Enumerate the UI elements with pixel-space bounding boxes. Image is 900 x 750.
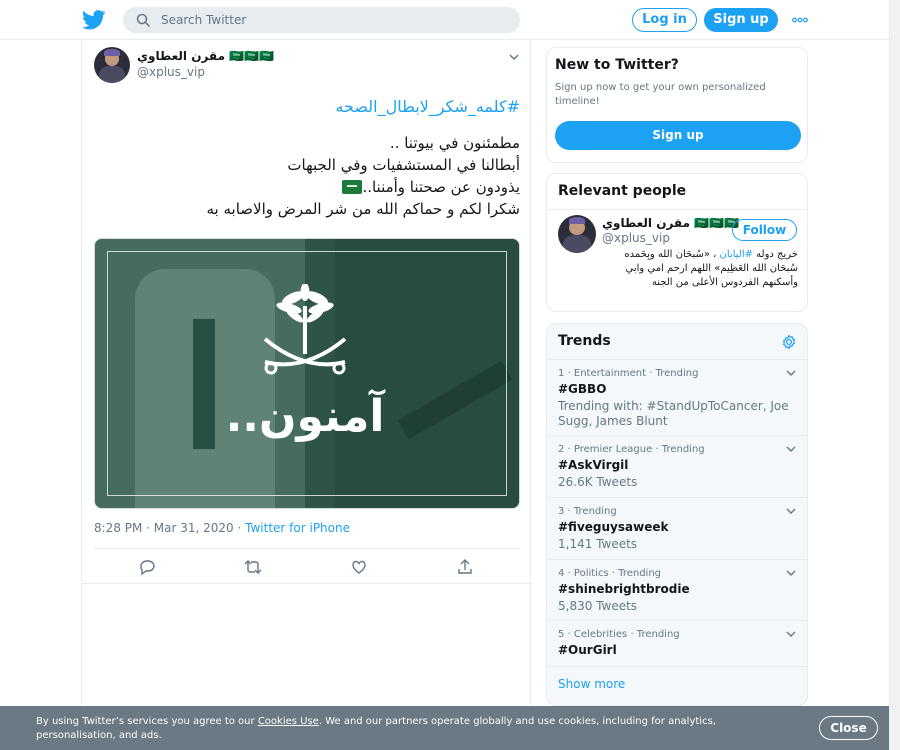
- cookies-use-link[interactable]: Cookies Use: [258, 716, 319, 727]
- chevron-down-icon[interactable]: [785, 445, 797, 453]
- tweet-actions: [82, 556, 532, 580]
- trend-stat: 5,830 Tweets: [558, 599, 638, 613]
- retweet-icon[interactable]: [244, 558, 262, 576]
- avatar[interactable]: [94, 47, 130, 83]
- gear-icon[interactable]: [781, 334, 797, 350]
- trend-item[interactable]: 4 · Politics · Trending #shinebrightbrod…: [547, 559, 807, 620]
- trend-name[interactable]: #AskVirgil: [558, 458, 628, 472]
- trend-name[interactable]: #OurGirl: [558, 643, 617, 657]
- tweet-line-with-flag: يذودون عن صحتنا وأمننا..: [94, 176, 520, 198]
- trend-meta: 1 · Entertainment · Trending: [558, 368, 699, 379]
- trend-name[interactable]: #shinebrightbrodie: [558, 582, 690, 596]
- card-title: Relevant people: [558, 183, 687, 199]
- person-name[interactable]: مقرن العطاوي 🇸🇦🇸🇦🇸🇦: [602, 216, 739, 230]
- trend-name[interactable]: #GBBO: [558, 382, 606, 396]
- more-dots-icon[interactable]: [792, 14, 808, 26]
- cookie-text-before: By using Twitter’s services you agree to…: [36, 716, 258, 727]
- author-handle[interactable]: @xplus_vip: [137, 65, 205, 79]
- chevron-down-icon[interactable]: [785, 507, 797, 515]
- trend-meta: 3 · Trending: [558, 506, 617, 517]
- tweet-line: شكرا لكم و حماكم الله من شر المرض والاصا…: [206, 200, 521, 218]
- divider: [547, 209, 807, 210]
- signup-button[interactable]: Sign up: [704, 8, 778, 32]
- share-icon[interactable]: [456, 558, 474, 576]
- reply-icon[interactable]: [138, 558, 156, 576]
- trend-item[interactable]: 5 · Celebrities · Trending #OurGirl: [547, 620, 807, 666]
- new-to-twitter-card: New to Twitter? Sign up now to get your …: [546, 47, 808, 163]
- relevant-people-card: Relevant people مقرن العطاوي 🇸🇦🇸🇦🇸🇦 @xpl…: [546, 173, 808, 312]
- tweet-line: مطمئنون في بيوتنا ..: [389, 134, 520, 152]
- close-button[interactable]: Close: [819, 716, 878, 740]
- divider: [547, 666, 807, 667]
- card-description: Sign up now to get your own personalized…: [555, 82, 766, 107]
- divider: [82, 583, 532, 584]
- chevron-down-icon[interactable]: [508, 52, 520, 62]
- trend-item[interactable]: 2 · Premier League · Trending #AskVirgil…: [547, 435, 807, 497]
- login-button[interactable]: Log in: [632, 8, 697, 32]
- trend-stat: 26.6K Tweets: [558, 475, 638, 489]
- author-name[interactable]: مقرن العطاوي 🇸🇦🇸🇦🇸🇦: [137, 49, 274, 63]
- trends-card: Trends 1 · Entertainment · Trending #GBB…: [546, 323, 808, 706]
- card-title: Trends: [558, 333, 611, 349]
- bio-text: خريج دوله: [753, 249, 798, 260]
- trend-stat: 1,141 Tweets: [558, 537, 638, 551]
- cookie-text: By using Twitter’s services you agree to…: [36, 715, 796, 743]
- tweet-line: أبطالنا في المستشفيات وفي الجبهات: [287, 156, 520, 174]
- cookie-consent-bar: By using Twitter’s services you agree to…: [0, 706, 900, 750]
- like-icon[interactable]: [350, 558, 368, 576]
- tweet-meta: 8:28 PM · Mar 31, 2020 · Twitter for iPh…: [94, 521, 350, 535]
- palm-and-swords-emblem-icon: [263, 284, 347, 375]
- divider: [94, 548, 520, 549]
- tweet-column: مقرن العطاوي 🇸🇦🇸🇦🇸🇦 @xplus_vip #كلمه_شكر…: [81, 40, 532, 750]
- trend-meta: 4 · Politics · Trending: [558, 568, 662, 579]
- image-caption: آمنون..: [225, 391, 385, 442]
- top-navigation-bar: Log in Sign up: [0, 0, 900, 40]
- twitter-bird-icon[interactable]: [82, 9, 106, 31]
- tweet-hashtag[interactable]: #كلمه_شكر_لابطال_الصحه: [94, 96, 520, 118]
- search-input[interactable]: [161, 7, 501, 33]
- trend-name[interactable]: #fiveguysaweek: [558, 520, 668, 534]
- avatar[interactable]: [558, 215, 596, 253]
- trend-meta: 5 · Celebrities · Trending: [558, 629, 680, 640]
- meta-separator: ·: [233, 521, 246, 535]
- person-bio: خريج دوله #اليابان ، «سُبحَان الله وبِحَ…: [602, 248, 798, 290]
- chevron-down-icon[interactable]: [785, 369, 797, 377]
- tweet-timestamp[interactable]: 8:28 PM · Mar 31, 2020: [94, 521, 234, 535]
- saudi-flag-icon: [342, 180, 363, 194]
- trend-item[interactable]: 3 · Trending #fiveguysaweek 1,141 Tweets: [547, 497, 807, 559]
- tweet-image[interactable]: آمنون..: [94, 238, 520, 509]
- show-more-link[interactable]: Show more: [558, 677, 625, 691]
- trend-item[interactable]: 1 · Entertainment · Trending #GBBO Trend…: [547, 359, 807, 435]
- chevron-down-icon[interactable]: [785, 630, 797, 638]
- card-title: New to Twitter?: [555, 57, 679, 73]
- bio-hashtag-link[interactable]: #اليابان: [720, 249, 753, 260]
- trend-meta: 2 · Premier League · Trending: [558, 444, 705, 455]
- tweet-text: #كلمه_شكر_لابطال_الصحه مطمئنون في بيوتنا…: [94, 96, 521, 220]
- person-handle[interactable]: @xplus_vip: [602, 231, 670, 245]
- tweet-source-link[interactable]: Twitter for iPhone: [245, 521, 350, 535]
- follow-button[interactable]: Follow: [732, 219, 797, 241]
- signup-button[interactable]: Sign up: [555, 121, 801, 150]
- trend-stat: Trending with: #StandUpToCancer, Joe Sug…: [558, 399, 789, 428]
- scrollbar[interactable]: [889, 0, 900, 750]
- search-box[interactable]: [123, 7, 520, 33]
- tweet-line: يذودون عن صحتنا وأمننا..: [362, 178, 520, 196]
- search-icon: [136, 13, 150, 27]
- chevron-down-icon[interactable]: [785, 569, 797, 577]
